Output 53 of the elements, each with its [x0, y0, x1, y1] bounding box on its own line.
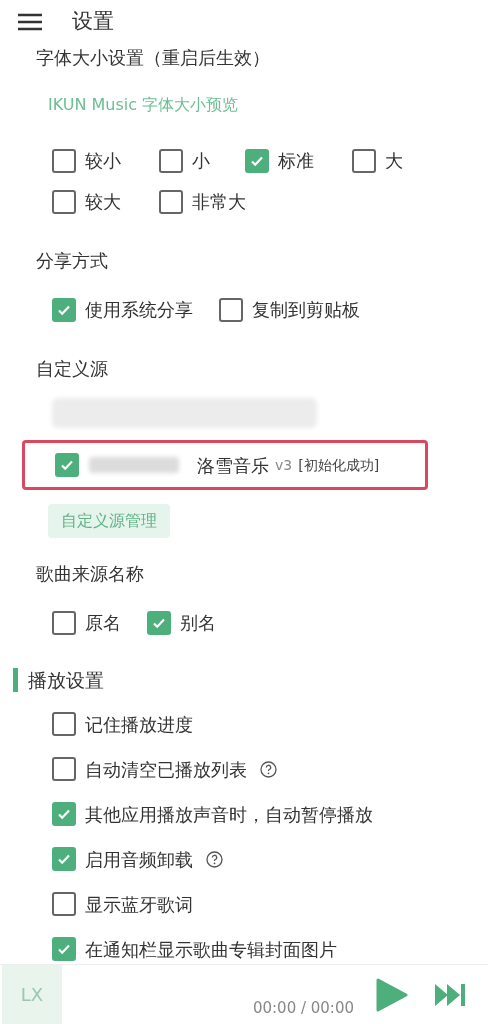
option-label: 复制到剪贴板 [252, 298, 360, 322]
playback-time: 00:00 / 00:00 [252, 998, 354, 1020]
section-marker [13, 668, 18, 693]
page-title: 设置 [72, 8, 114, 36]
option-label: 自动清空已播放列表 [85, 757, 247, 782]
help-icon[interactable] [260, 760, 277, 778]
section-heading: 播放设置 [28, 668, 104, 693]
option-label: 大 [385, 149, 403, 173]
checkbox[interactable] [159, 189, 183, 214]
skip-next-icon[interactable] [434, 982, 466, 1007]
section-title: 自定义源 [35, 357, 109, 381]
option-label: 别名 [180, 611, 216, 635]
option-label: 小 [192, 149, 210, 173]
option-label: 其他应用播放声音时，自动暂停播放 [85, 802, 373, 827]
option-label: 记住播放进度 [85, 712, 193, 737]
manage-sources-button[interactable]: 自定义源管理 [48, 504, 170, 538]
checkbox[interactable] [159, 148, 183, 173]
checkbox[interactable] [52, 297, 76, 322]
option-label: 原名 [85, 611, 121, 635]
option-label: 较大 [85, 190, 121, 214]
checkbox[interactable] [52, 610, 76, 635]
checkbox[interactable] [55, 453, 79, 477]
section-title: 字体大小设置（重启后生效） [35, 46, 271, 70]
checkbox[interactable] [52, 937, 76, 961]
font-preview-text: IKUN Music 字体大小预览 [47, 94, 240, 116]
option-label: 标准 [278, 149, 314, 173]
checkbox[interactable] [52, 892, 76, 916]
option-label: 非常大 [192, 190, 246, 214]
option-label: 在通知栏显示歌曲专辑封面图片 [85, 937, 337, 962]
section-title: 歌曲来源名称 [35, 562, 145, 586]
source-name: 洛雪音乐 [197, 453, 269, 478]
checkbox[interactable] [52, 189, 76, 214]
checkbox[interactable] [52, 712, 76, 736]
help-icon[interactable] [206, 850, 223, 868]
album-cover[interactable]: LX [2, 964, 62, 1024]
checkbox[interactable] [147, 610, 171, 635]
section-title: 分享方式 [35, 249, 109, 273]
option-label: 显示蓝牙歌词 [85, 892, 193, 917]
checkbox[interactable] [245, 148, 269, 173]
option-label: 使用系统分享 [85, 298, 193, 322]
option-label: 启用音频卸载 [85, 847, 193, 872]
menu-icon[interactable] [18, 13, 42, 31]
checkbox[interactable] [52, 148, 76, 173]
source-version: v3 [275, 455, 293, 475]
option-label: 较小 [85, 149, 121, 173]
source-status: [初始化成功] [298, 455, 380, 475]
checkbox[interactable] [52, 847, 76, 871]
play-icon[interactable] [376, 977, 408, 1012]
checkbox[interactable] [52, 757, 76, 781]
checkbox[interactable] [219, 297, 243, 322]
source-row[interactable]: 洛雪音乐 v3 [初始化成功] [22, 440, 428, 490]
checkbox[interactable] [352, 148, 376, 173]
checkbox[interactable] [52, 802, 76, 826]
